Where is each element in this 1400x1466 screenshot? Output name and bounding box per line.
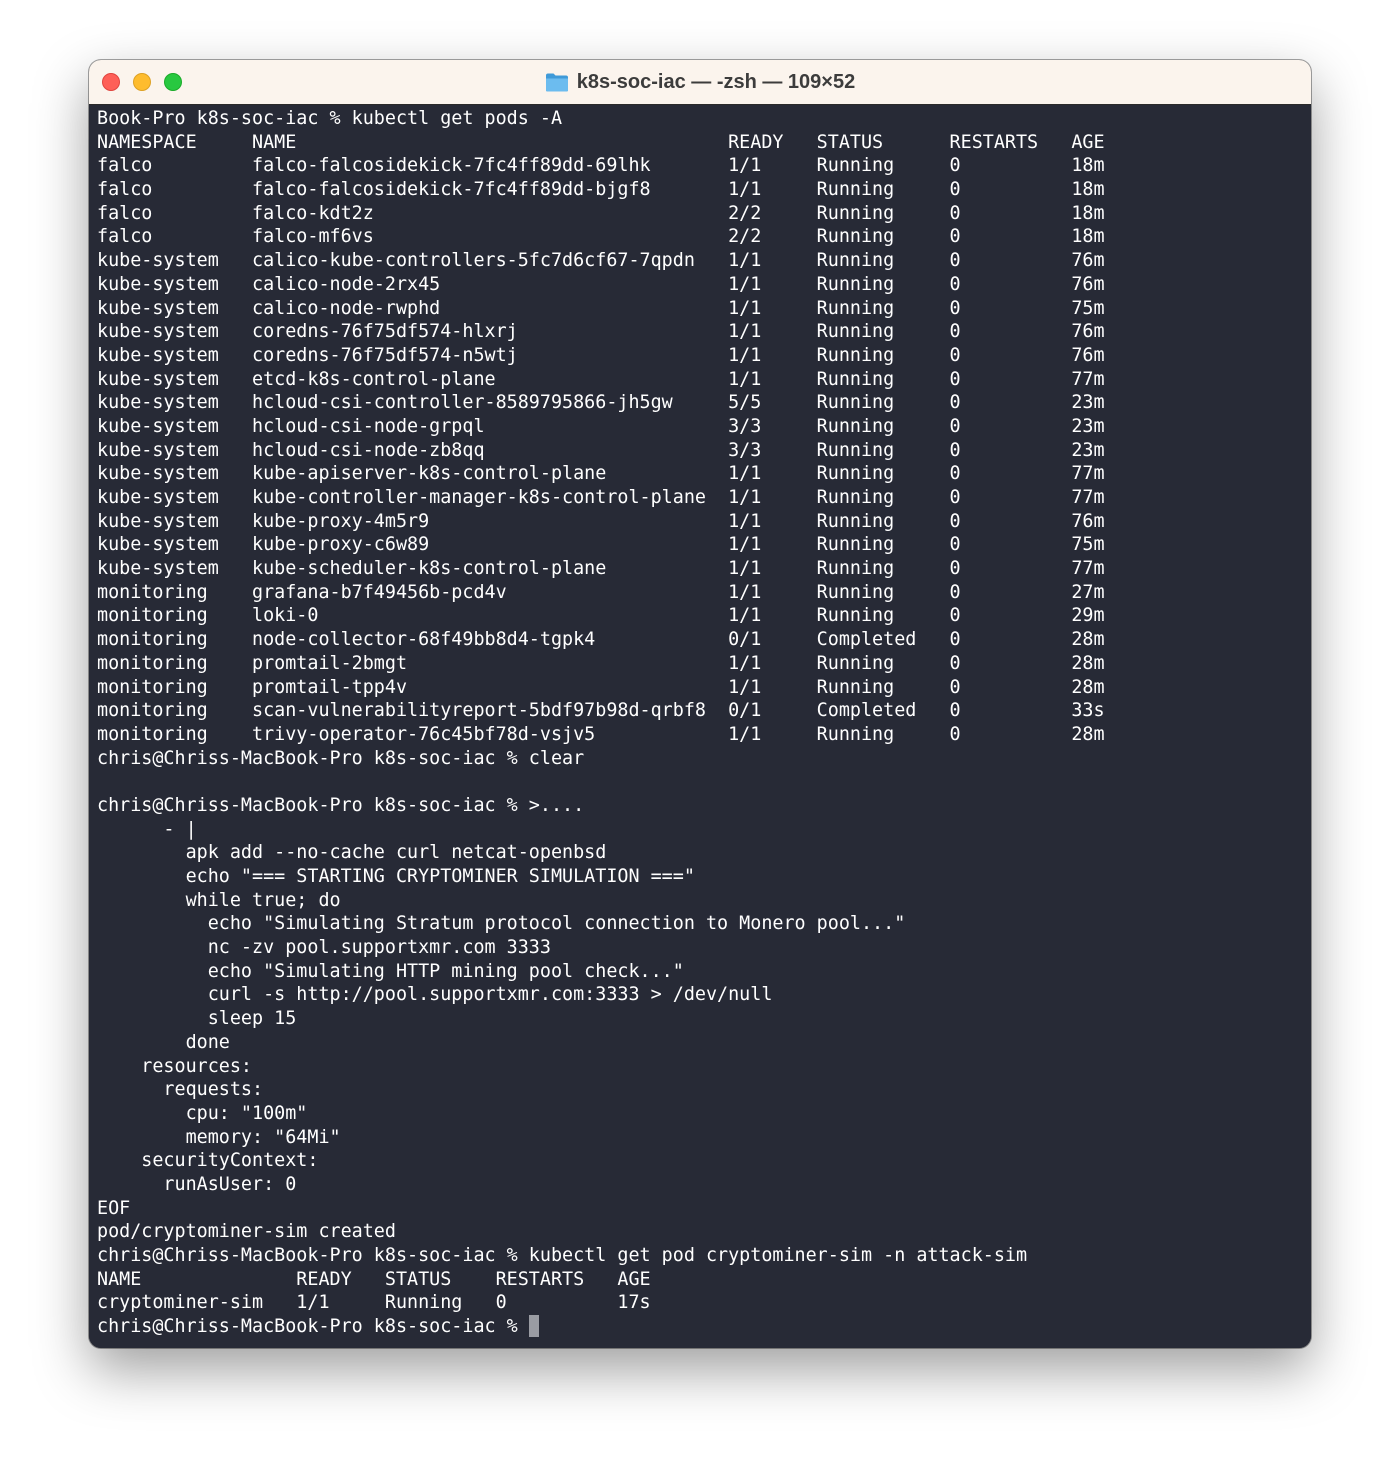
- terminal-line: kube-system coredns-76f75df574-n5wtj 1/1…: [97, 344, 1105, 366]
- terminal-line: echo "Simulating Stratum protocol connec…: [97, 913, 906, 935]
- terminal-line: falco falco-falcosidekick-7fc4ff89dd-69l…: [97, 155, 1105, 177]
- terminal-line: while true; do: [97, 889, 341, 911]
- terminal-line: falco falco-falcosidekick-7fc4ff89dd-bjg…: [97, 179, 1105, 201]
- terminal-line: pod/cryptominer-sim created: [97, 1221, 396, 1243]
- terminal-output[interactable]: Book-Pro k8s-soc-iac % kubectl get pods …: [89, 105, 1311, 1348]
- terminal-line: monitoring node-collector-68f49bb8d4-tgp…: [97, 629, 1105, 651]
- terminal-line: sleep 15: [97, 1008, 297, 1030]
- title-bar[interactable]: k8s-soc-iac — -zsh — 109×52: [89, 60, 1311, 105]
- terminal-line: monitoring promtail-tpp4v 1/1 Running 0 …: [97, 676, 1105, 698]
- terminal-line: kube-system hcloud-csi-controller-858979…: [97, 392, 1105, 414]
- terminal-line: kube-system kube-scheduler-k8s-control-p…: [97, 558, 1105, 580]
- terminal-line: kube-system coredns-76f75df574-hlxrj 1/1…: [97, 321, 1105, 343]
- terminal-line: kube-system hcloud-csi-node-zb8qq 3/3 Ru…: [97, 439, 1105, 461]
- terminal-line: NAMESPACE NAME READY STATUS RESTARTS AGE: [97, 131, 1105, 153]
- terminal-line: kube-system kube-proxy-c6w89 1/1 Running…: [97, 534, 1105, 556]
- terminal-line: kube-system kube-controller-manager-k8s-…: [97, 487, 1105, 508]
- terminal-line: Book-Pro k8s-soc-iac % kubectl get pods …: [97, 108, 563, 129]
- folder-icon: [545, 71, 569, 93]
- terminal-line: - |: [97, 818, 197, 840]
- title-container: k8s-soc-iac — -zsh — 109×52: [89, 60, 1311, 104]
- terminal-line: chris@Chriss-MacBook-Pro k8s-soc-iac % c…: [97, 747, 585, 769]
- terminal-line: chris@Chriss-MacBook-Pro k8s-soc-iac % k…: [97, 1245, 1028, 1266]
- terminal-line: cryptominer-sim 1/1 Running 0 17s: [97, 1292, 651, 1314]
- terminal-line: chris@Chriss-MacBook-Pro k8s-soc-iac % >…: [97, 794, 585, 816]
- terminal-line: NAME READY STATUS RESTARTS AGE: [97, 1268, 651, 1290]
- terminal-line: monitoring grafana-b7f49456b-pcd4v 1/1 R…: [97, 581, 1105, 603]
- terminal-line: falco falco-mf6vs 2/2 Running 0 18m: [97, 226, 1105, 248]
- terminal-line: kube-system calico-kube-controllers-5fc7…: [97, 250, 1105, 272]
- terminal-line: kube-system hcloud-csi-node-grpql 3/3 Ru…: [97, 415, 1105, 437]
- terminal-line: nc -zv pool.supportxmr.com 3333: [97, 937, 551, 959]
- terminal-line: securityContext:: [97, 1150, 319, 1172]
- terminal-line: requests:: [97, 1079, 264, 1101]
- window-title: k8s-soc-iac — -zsh — 109×52: [576, 70, 856, 93]
- terminal-line: runAsUser: 0: [97, 1173, 297, 1195]
- terminal-line: done: [97, 1031, 230, 1053]
- terminal-line: echo "=== STARTING CRYPTOMINER SIMULATIO…: [97, 866, 695, 887]
- terminal-line: monitoring promtail-2bmgt 1/1 Running 0 …: [97, 652, 1105, 674]
- terminal-line: EOF: [97, 1197, 131, 1219]
- terminal-line: kube-system etcd-k8s-control-plane 1/1 R…: [97, 368, 1105, 390]
- terminal-line: apk add --no-cache curl netcat-openbsd: [97, 842, 607, 864]
- terminal-line: monitoring loki-0 1/1 Running 0 29m: [97, 605, 1105, 627]
- terminal-window: k8s-soc-iac — -zsh — 109×52 Book-Pro k8s…: [89, 60, 1311, 1348]
- terminal-line: kube-system calico-node-rwphd 1/1 Runnin…: [97, 297, 1105, 319]
- terminal-line: resources:: [97, 1055, 253, 1077]
- terminal-line: kube-system kube-proxy-4m5r9 1/1 Running…: [97, 510, 1105, 532]
- terminal-line: memory: "64Mi": [97, 1126, 341, 1148]
- terminal-line: cpu: "100m": [97, 1102, 308, 1124]
- terminal-line: curl -s http://pool.supportxmr.com:3333 …: [97, 984, 773, 1006]
- terminal-line: echo "Simulating HTTP mining pool check.…: [97, 960, 684, 982]
- text-cursor: [528, 1315, 539, 1338]
- prompt-text: chris@Chriss-MacBook-Pro k8s-soc-iac %: [97, 1316, 529, 1338]
- terminal-line: monitoring trivy-operator-76c45bf78d-vsj…: [97, 723, 1105, 745]
- terminal-line: kube-system calico-node-2rx45 1/1 Runnin…: [97, 273, 1105, 295]
- terminal-line: monitoring scan-vulnerabilityreport-5bdf…: [97, 700, 1105, 722]
- terminal-line: falco falco-kdt2z 2/2 Running 0 18m: [97, 202, 1105, 224]
- terminal-line: kube-system kube-apiserver-k8s-control-p…: [97, 463, 1105, 485]
- prompt-line: chris@Chriss-MacBook-Pro k8s-soc-iac %: [97, 1315, 1311, 1339]
